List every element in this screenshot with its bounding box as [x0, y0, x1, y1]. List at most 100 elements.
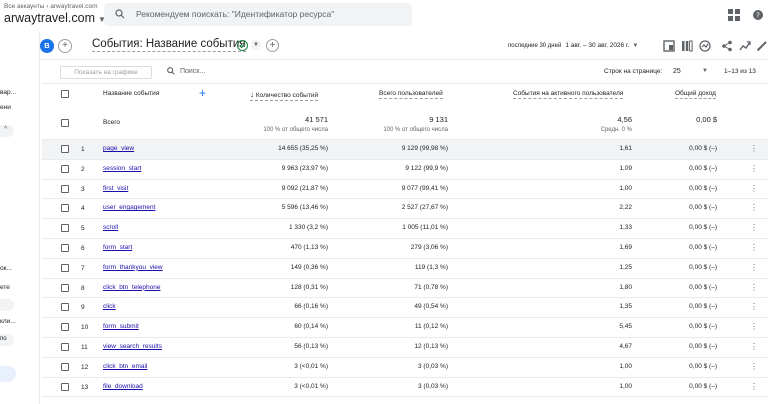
add-dimension-icon[interactable]: + — [199, 86, 206, 100]
left-item-3[interactable]: ок... — [0, 265, 12, 272]
left-item-2[interactable]: ени — [0, 104, 11, 111]
help-icon[interactable]: ? — [752, 9, 764, 21]
event-name-link[interactable]: scroll — [103, 224, 118, 231]
add-dimension-button[interactable]: + — [266, 39, 279, 52]
more-vert-icon[interactable]: ⋮ — [750, 283, 758, 292]
row-checkbox[interactable] — [61, 283, 69, 292]
select-all-checkbox[interactable] — [61, 90, 69, 98]
totals-event-count: 41 571 — [305, 115, 328, 124]
col-events-per-user[interactable]: События на активного пользователя — [513, 90, 624, 99]
events-per-user-cell: 1,33 — [619, 224, 632, 232]
col-total-users[interactable]: Всего пользователей — [379, 90, 443, 99]
date-range-picker[interactable]: последние 30 дней 1 авг. – 30 авг. 2026 г… — [508, 42, 638, 49]
table-header: Название события + ↓ Количество событий … — [42, 84, 768, 108]
more-vert-icon[interactable]: ⋮ — [750, 362, 758, 371]
share-icon[interactable] — [721, 40, 733, 52]
table-row[interactable]: 8 click_btn_telephone 128 (0,31 %) 71 (0,78… — [42, 279, 768, 299]
event-name-link[interactable]: user_engagement — [103, 204, 155, 211]
event-name-link[interactable]: file_download — [103, 383, 143, 390]
event-count-cell: 9 963 (23,97 %) — [281, 164, 328, 172]
add-comparison-button[interactable]: + — [58, 39, 72, 53]
table-row[interactable]: 12 click_btn_email 3 (<0,01 %) 3 (0,03 %) 1,… — [42, 358, 768, 378]
global-search[interactable]: Рекомендуем поискать: "Идентификатор рес… — [104, 3, 412, 26]
show-on-chart-button[interactable]: Показать на графике — [60, 66, 152, 79]
event-name-link[interactable]: click_btn_email — [103, 363, 147, 370]
row-checkbox[interactable] — [61, 244, 69, 252]
more-vert-icon[interactable]: ⋮ — [750, 144, 758, 153]
more-vert-icon[interactable]: ⋮ — [750, 342, 758, 351]
total-users-cell: 9 077 (99,41 %) — [401, 184, 448, 192]
event-name-link[interactable]: first_visit — [103, 185, 128, 192]
table-row[interactable]: 4 user_engagement 5 596 (13,46 %) 2 527 (27… — [42, 199, 768, 220]
event-name-link[interactable]: form_thankyou_view — [103, 264, 163, 271]
insights-icon[interactable] — [699, 40, 711, 52]
left-item-1[interactable]: вар... — [0, 89, 16, 96]
table-row[interactable]: 13 file_download 3 (<0,01 %) 3 (0,03 %) 1,00… — [42, 378, 768, 398]
row-checkbox[interactable] — [61, 323, 69, 332]
row-checkbox[interactable] — [61, 343, 69, 351]
table-row[interactable]: 6 form_start 470 (1,13 %) 279 (3,06 %) 1,69 0… — [42, 239, 768, 259]
more-vert-icon[interactable]: ⋮ — [750, 223, 758, 232]
table-row[interactable]: 3 first_visit 9 092 (21,87 %) 9 077 (99,41 … — [42, 180, 768, 200]
col-event-count[interactable]: ↓ Количество событий — [250, 90, 319, 101]
col-event-name[interactable]: Название события — [103, 90, 159, 97]
more-vert-icon[interactable]: ⋮ — [750, 382, 758, 391]
trend-icon[interactable] — [739, 40, 751, 52]
more-vert-icon[interactable]: ⋮ — [750, 263, 758, 272]
table-row[interactable]: 1 page_view 14 655 (35,25 %) 9 129 (99,98 %… — [42, 140, 768, 160]
left-chip-3[interactable]: по — [0, 334, 14, 346]
table-row[interactable]: 9 click 66 (0,16 %) 49 (0,54 %) 1,35 0,00 $ (… — [42, 298, 768, 319]
table-row[interactable]: 7 form_thankyou_view 149 (0,36 %) 119 (1,3 … — [42, 259, 768, 279]
event-name-link[interactable]: session_start — [103, 165, 141, 172]
event-name-link[interactable]: page_view — [103, 145, 134, 152]
table-row[interactable]: 10 form_submit 60 (0,14 %) 11 (0,12 %) 5,45 0… — [42, 318, 768, 338]
event-name-link[interactable]: click — [103, 303, 116, 310]
collapse-chip[interactable]: ^ — [0, 125, 14, 137]
left-active-pill[interactable] — [0, 366, 16, 382]
revenue-cell: 0,00 $ (–) — [689, 244, 717, 251]
event-name-link[interactable]: click_btn_telephone — [103, 284, 160, 291]
pencil-icon[interactable] — [756, 40, 768, 52]
row-checkbox[interactable] — [61, 303, 69, 312]
more-vert-icon[interactable]: ⋮ — [750, 302, 758, 311]
row-checkbox[interactable] — [61, 224, 69, 233]
table-row[interactable]: 2 session_start 9 963 (23,97 %) 9 122 (99,9… — [42, 160, 768, 180]
table-row[interactable]: 11 view_search_results 56 (0,13 %) 12 (0,13… — [42, 338, 768, 358]
comparison-avatar[interactable]: В — [40, 39, 54, 53]
row-checkbox[interactable] — [61, 204, 69, 213]
property-selector[interactable]: arwaytravel.com ▼ — [4, 11, 106, 25]
edit-report-icon[interactable] — [663, 40, 675, 52]
row-index: 1 — [81, 146, 85, 153]
more-vert-icon[interactable]: ⋮ — [750, 243, 758, 252]
row-checkbox[interactable] — [61, 164, 69, 173]
chevron-down-icon[interactable]: ▼ — [702, 68, 708, 74]
check-circle-icon[interactable] — [237, 40, 248, 51]
left-chip-2[interactable] — [0, 299, 14, 311]
table-search-input[interactable]: Поиск... — [180, 68, 205, 75]
event-name-link[interactable]: view_search_results — [103, 343, 162, 350]
breadcrumb[interactable]: Все аккаунты › arwaytravel.com — [4, 3, 98, 10]
row-checkbox[interactable] — [61, 382, 69, 391]
row-checkbox[interactable] — [61, 184, 69, 193]
row-index: 6 — [81, 245, 85, 252]
events-per-user-cell: 1,61 — [619, 145, 632, 152]
col-revenue[interactable]: Общий доход — [675, 90, 716, 99]
event-count-cell: 1 330 (3,2 %) — [288, 224, 328, 232]
event-name-link[interactable]: form_submit — [103, 323, 139, 330]
apps-grid-icon[interactable] — [728, 9, 740, 21]
totals-checkbox[interactable] — [61, 119, 69, 127]
row-checkbox[interactable] — [61, 145, 69, 153]
rows-per-page-select[interactable]: 25 — [673, 68, 681, 75]
more-vert-icon[interactable]: ⋮ — [750, 184, 758, 193]
row-checkbox[interactable] — [61, 263, 69, 272]
event-name-link[interactable]: form_start — [103, 244, 132, 251]
left-item-5[interactable]: кли... — [0, 318, 16, 325]
more-vert-icon[interactable]: ⋮ — [750, 203, 758, 212]
table-row[interactable]: 5 scroll 1 330 (3,2 %) 1 005 (11,01 %) 1,33 0… — [42, 219, 768, 239]
left-item-4[interactable]: ете — [0, 284, 10, 291]
row-checkbox[interactable] — [61, 362, 69, 371]
more-vert-icon[interactable]: ⋮ — [750, 164, 758, 173]
columns-icon[interactable] — [681, 40, 693, 52]
chevron-down-icon[interactable]: ▼ — [251, 40, 261, 50]
more-vert-icon[interactable]: ⋮ — [750, 322, 758, 331]
